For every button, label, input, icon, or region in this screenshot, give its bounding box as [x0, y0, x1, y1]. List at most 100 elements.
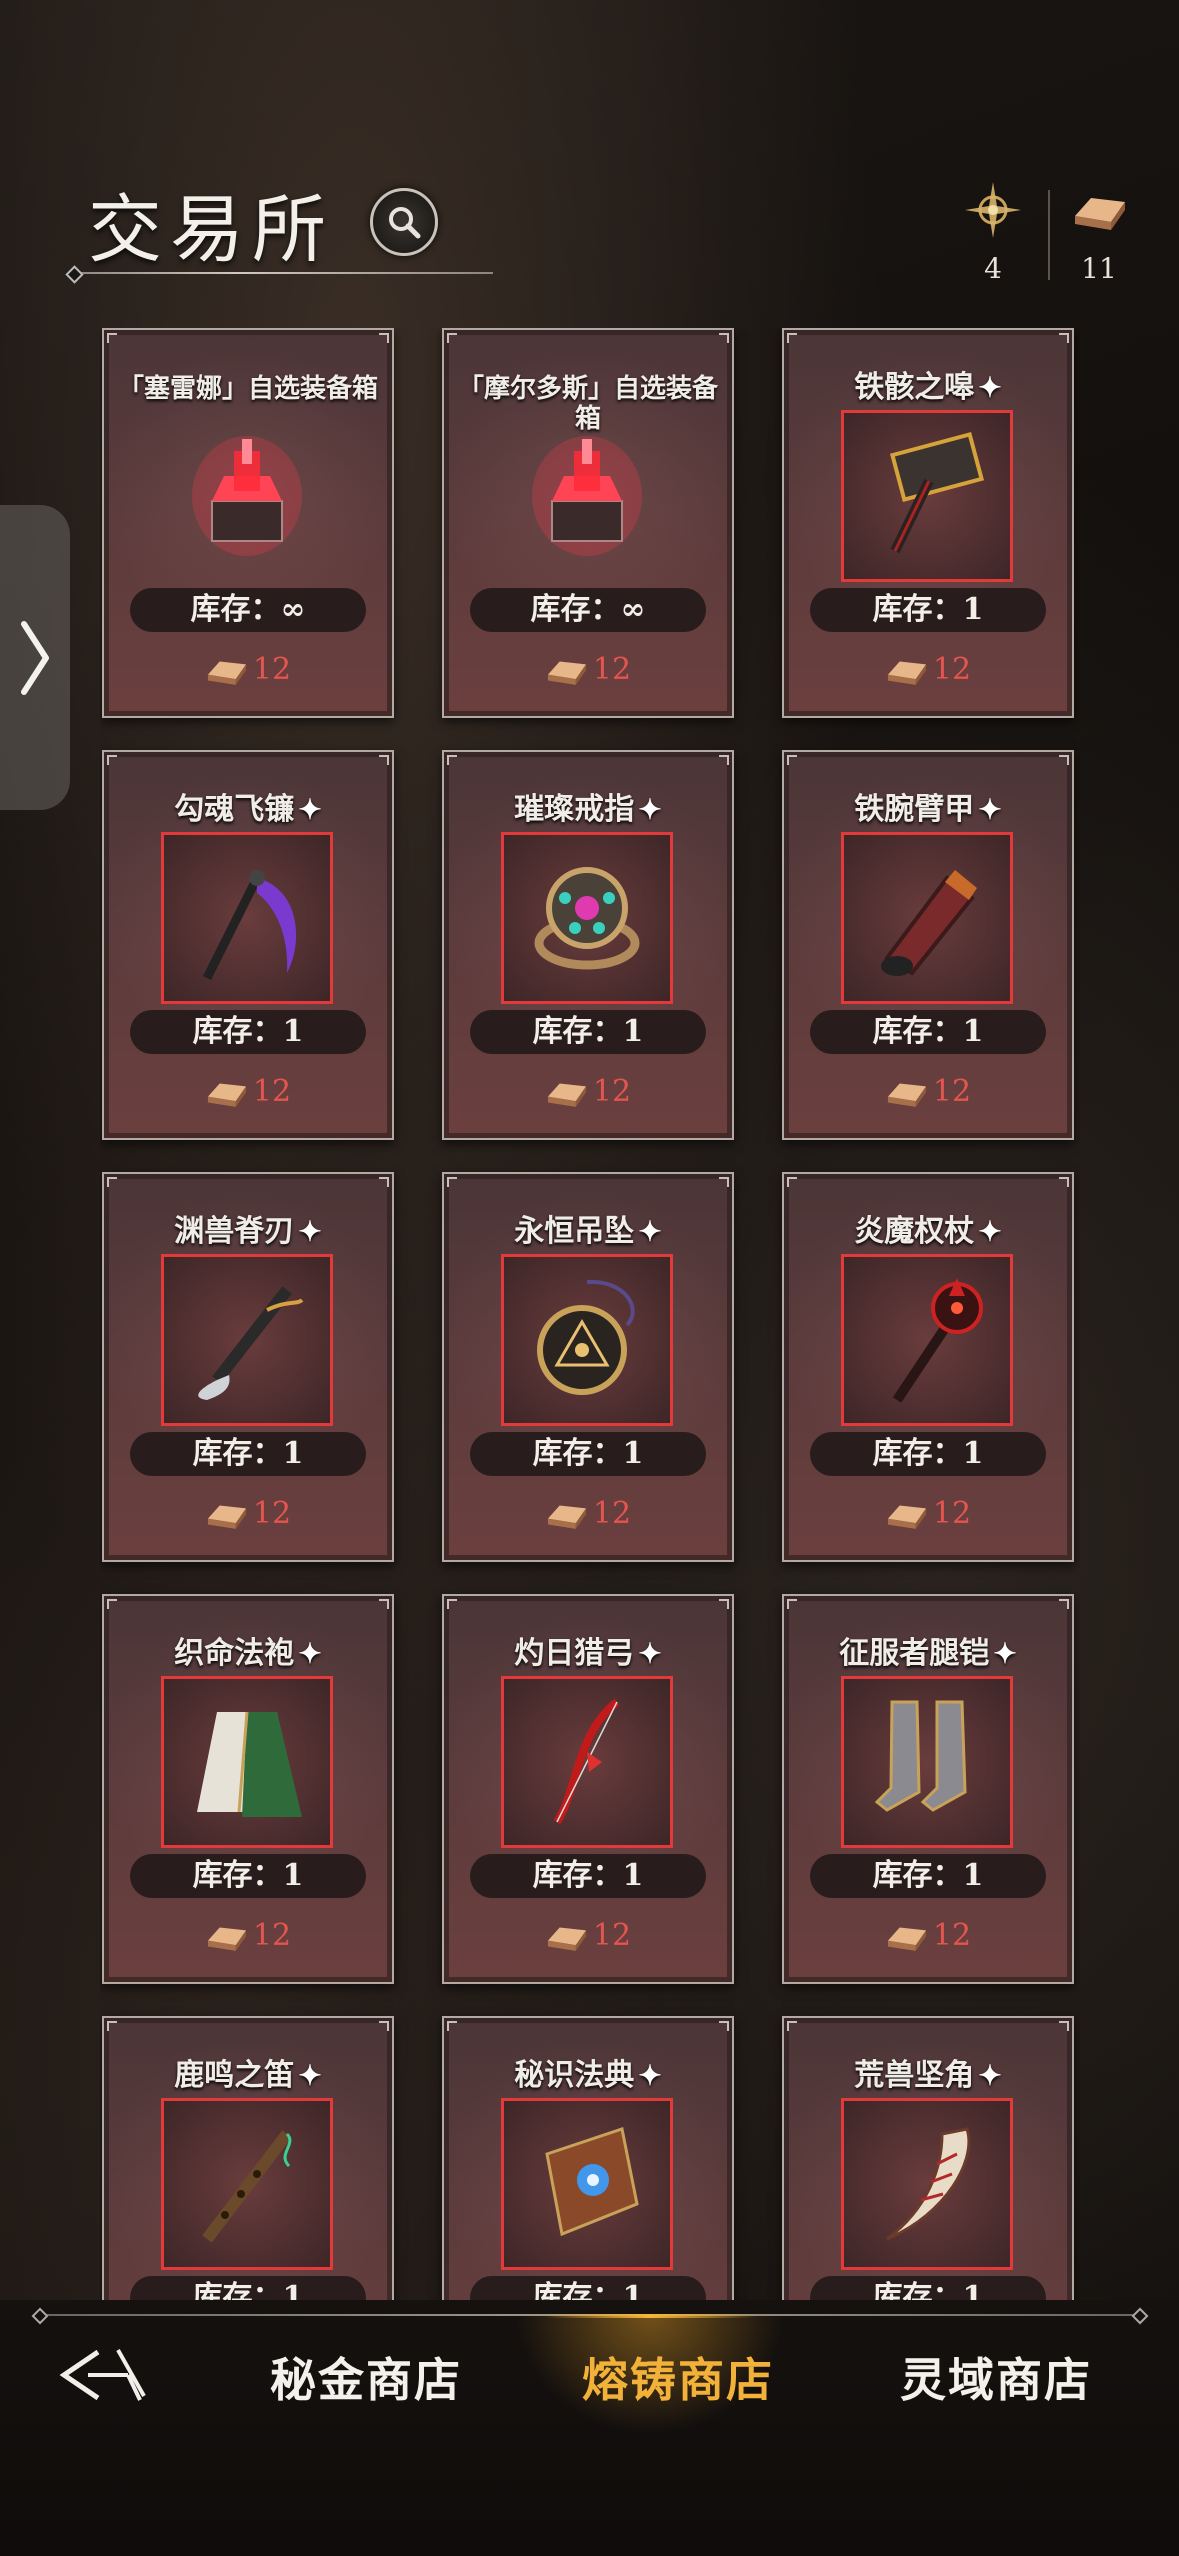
item-price[interactable]: 12 [444, 1918, 732, 1954]
bronze-ingot-icon [887, 1505, 926, 1529]
shop-item-card[interactable]: 炎魔权杖 ✦ 库存：1 12 [782, 1172, 1074, 1562]
search-button[interactable] [370, 188, 438, 256]
back-arrow-icon [59, 2349, 146, 2401]
item-name: 铁腕臂甲 ✦ [854, 792, 1002, 827]
item-name: 勾魂飞镰 ✦ [174, 792, 322, 827]
shop-item-card[interactable]: 征服者腿铠 ✦ 库存：1 12 [782, 1594, 1074, 1984]
item-image [501, 410, 673, 582]
sparkle-star-icon: ✦ [298, 1215, 322, 1248]
item-image [501, 2098, 673, 2270]
flute-icon [202, 2130, 292, 2243]
scepter-icon [892, 1278, 983, 1403]
side-drawer-tab[interactable] [0, 505, 70, 810]
item-price[interactable]: 12 [104, 1496, 392, 1532]
item-name: 「塞雷娜」自选装备箱 [117, 374, 378, 404]
shop-item-card[interactable]: 灼日猎弓 ✦ 库存：1 12 [442, 1594, 734, 1984]
tab-spirit-realm-shop[interactable]: 灵域商店 [900, 2344, 1092, 2410]
item-image [501, 832, 673, 1004]
bronze-ingot-icon [1075, 198, 1125, 230]
bottom-nav: 秘金商店 熔铸商店 灵域商店 [0, 2300, 1179, 2556]
item-image [841, 2098, 1013, 2270]
shop-item-card[interactable]: 荒兽坚角✦ 库存：1 12 [782, 2016, 1074, 2313]
item-price[interactable]: 12 [784, 652, 1072, 688]
item-image [841, 1254, 1013, 1426]
shop-item-card[interactable]: 「塞雷娜」自选装备箱 库存：∞ 12 [102, 328, 394, 718]
item-name: 征服者腿铠 ✦ [839, 1636, 1017, 1671]
chevron-right-icon [21, 621, 49, 695]
item-image [161, 410, 333, 582]
item-name: 璀璨戒指 ✦ [514, 792, 662, 827]
currency-divider [1048, 190, 1050, 280]
item-stock: 库存：1 [810, 588, 1046, 632]
shop-item-card[interactable]: 勾魂飞镰 ✦ 库存：1 12 [102, 750, 394, 1140]
bracer-icon [881, 870, 977, 976]
greaves-icon [874, 1700, 967, 1812]
title-underline [68, 272, 493, 274]
sparkle-star-icon: ✦ [298, 2059, 322, 2092]
bronze-ingot-icon [547, 1083, 586, 1107]
item-stock: 库存：1 [470, 1010, 706, 1054]
item-price[interactable]: 12 [784, 1496, 1072, 1532]
item-image [161, 1254, 333, 1426]
shop-item-card[interactable]: 璀璨戒指 ✦ 库存：1 12 [442, 750, 734, 1140]
item-price[interactable]: 12 [104, 1074, 392, 1110]
red-chest-icon [192, 436, 302, 556]
header: 交易所 4 11 [0, 0, 1179, 290]
bronze-ingot-icon [887, 1083, 926, 1107]
currency-compass[interactable]: 4 [958, 180, 1028, 285]
sparkle-star-icon: ✦ [978, 2059, 1002, 2092]
item-stock: 库存：1 [130, 1010, 366, 1054]
item-price[interactable]: 12 [444, 652, 732, 688]
item-name: 灼日猎弓 ✦ [514, 1636, 662, 1671]
item-image [501, 1676, 673, 1848]
sparkle-star-icon: ✦ [638, 2059, 662, 2092]
currency-ingot[interactable]: 11 [1064, 180, 1134, 285]
bronze-ingot-icon [547, 661, 586, 685]
item-stock: 库存：1 [130, 1854, 366, 1898]
sparkle-star-icon: ✦ [978, 1215, 1002, 1248]
item-image [501, 1254, 673, 1426]
shop-item-card[interactable]: 秘识法典✦ 库存：1 12 [442, 2016, 734, 2313]
tab-forge-shop[interactable]: 熔铸商店 [582, 2344, 774, 2410]
item-name: 鹿鸣之笛 ✦ [174, 2058, 322, 2093]
bronze-ingot-icon [207, 1505, 246, 1529]
tab-mijin-shop[interactable]: 秘金商店 [270, 2344, 462, 2410]
item-stock: 库存：∞ [470, 588, 706, 632]
scythe-icon [202, 870, 297, 981]
item-stock: 库存：1 [130, 1432, 366, 1476]
item-price[interactable]: 12 [444, 1496, 732, 1532]
shop-item-card[interactable]: 渊兽脊刃 ✦ 库存：1 12 [102, 1172, 394, 1562]
page-title: 交易所 [88, 187, 334, 273]
item-name: 渊兽脊刃 ✦ [174, 1214, 322, 1249]
item-name: 永恒吊坠 ✦ [514, 1214, 662, 1249]
bronze-ingot-icon [887, 661, 926, 685]
item-price[interactable]: 12 [784, 1918, 1072, 1954]
compass-emblem-icon [965, 182, 1021, 238]
red-chest-icon [532, 436, 642, 556]
robe-icon [197, 1711, 302, 1817]
shop-item-card[interactable]: 铁骸之嗥 ✦ 库存：1 12 [782, 328, 1074, 718]
sparkle-star-icon: ✦ [638, 793, 662, 826]
pendant-icon [537, 1279, 635, 1395]
shop-item-card[interactable]: 永恒吊坠 ✦ 库存：1 12 [442, 1172, 734, 1562]
shop-item-card[interactable]: 织命法袍 ✦ 库存：1 12 [102, 1594, 394, 1984]
shop-item-card[interactable]: 「摩尔多斯」自选装备箱 库存：∞ 12 [442, 328, 734, 718]
item-price[interactable]: 12 [104, 1918, 392, 1954]
item-price[interactable]: 12 [444, 1074, 732, 1110]
sparkle-star-icon: ✦ [298, 1637, 322, 1670]
shop-item-card[interactable]: 铁腕臂甲 ✦ 库存：1 12 [782, 750, 1074, 1140]
item-image [841, 410, 1013, 582]
bow-icon [553, 1698, 620, 1825]
item-image [161, 832, 333, 1004]
item-price[interactable]: 12 [104, 652, 392, 688]
item-name: 织命法袍 ✦ [174, 1636, 322, 1671]
item-price[interactable]: 12 [784, 1074, 1072, 1110]
item-stock: 库存：∞ [130, 588, 366, 632]
item-stock: 库存：1 [810, 1432, 1046, 1476]
bronze-ingot-icon [887, 1927, 926, 1951]
shop-item-card[interactable]: 鹿鸣之笛✦ 库存：1 12 [102, 2016, 394, 2313]
back-button[interactable] [58, 2340, 154, 2410]
ring-icon [534, 867, 640, 970]
item-stock: 库存：1 [470, 1432, 706, 1476]
item-grid: 「塞雷娜」自选装备箱 库存：∞ 12 「摩尔多斯」自选装备箱 库存：∞ 12 铁… [100, 328, 1080, 2313]
